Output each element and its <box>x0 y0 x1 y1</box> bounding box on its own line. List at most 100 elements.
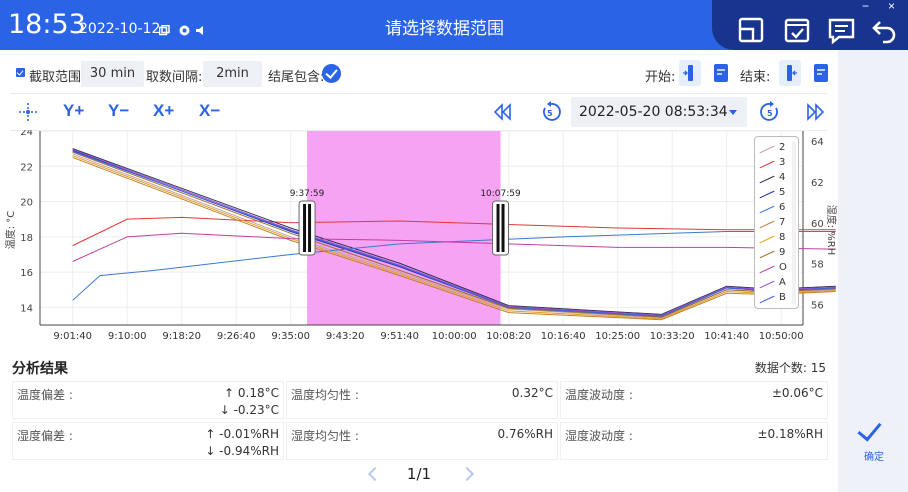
back-icon[interactable] <box>868 14 900 46</box>
x-tick-label: 10:00:00 <box>432 331 477 342</box>
y-tick-label-left: 24 <box>20 130 33 138</box>
x-tick-label: 9:51:40 <box>380 331 419 342</box>
close-icon[interactable]: × <box>888 0 895 13</box>
x-tick-label: 9:35:00 <box>271 331 310 342</box>
legend-label: 2 <box>779 142 786 153</box>
temp-uniformity-cell: 温度均匀性 : 0.32°C <box>286 381 558 419</box>
report-button[interactable] <box>826 14 858 46</box>
temp-deviation-cell: 温度偏差 : ↑ 0.18°C ↓ -0.23°C <box>12 381 284 419</box>
y-tick-label-right: 64 <box>811 137 824 148</box>
center-axis-button[interactable] <box>17 101 39 128</box>
legend-label: 3 <box>779 157 786 168</box>
minimize-icon[interactable]: − <box>862 0 869 13</box>
humidity-deviation-cell: 湿度偏差 : ↑ -0.01%RH ↓ -0.94%RH <box>12 422 284 460</box>
cell-key: 湿度均匀性 : <box>291 429 359 443</box>
legend-swatch <box>759 280 775 289</box>
chevron-down-icon <box>729 110 737 115</box>
divider <box>10 93 828 94</box>
results-title: 分析结果 <box>12 360 68 376</box>
cell-key: 温度波动度 : <box>565 388 633 402</box>
confirm-button[interactable]: 确定 <box>856 416 892 466</box>
save-layout-button[interactable] <box>736 14 768 46</box>
x-minus-button[interactable]: X− <box>199 101 220 121</box>
humidity-fluctuation-cell: 湿度波动度 : ±0.18%RH <box>560 422 828 460</box>
cursor-handle-start <box>298 200 316 256</box>
back-step-icon[interactable]: 5 <box>539 100 563 129</box>
legend-swatch <box>759 145 775 154</box>
interval-input[interactable]: 2min <box>203 61 262 87</box>
legend-swatch <box>759 250 775 259</box>
legend-label: 8 <box>779 232 786 243</box>
cell-value: ±0.18%RH <box>757 427 823 441</box>
legend-swatch <box>759 295 775 304</box>
range-label: 截取范围: <box>29 70 86 85</box>
page-indicator: 1/1 <box>406 465 432 483</box>
cell-value: ↑ 0.18°C <box>224 386 279 400</box>
y-tick-label-left: 22 <box>20 162 33 173</box>
x-tick-label: 10:25:00 <box>595 331 640 342</box>
checklist-button[interactable] <box>782 14 814 46</box>
x-tick-label: 10:50:00 <box>759 331 804 342</box>
top-bar: 18:53 2022-10-12 请选择数据范围 − × <box>0 0 908 50</box>
pagination: 1/1 <box>0 465 838 483</box>
y-axis-label-left: 温度: °C <box>4 211 17 250</box>
fast-forward-icon[interactable] <box>805 103 825 126</box>
x-tick-label: 9:26:40 <box>217 331 256 342</box>
range-checkbox[interactable] <box>16 68 25 77</box>
legend-label: 5 <box>779 187 786 198</box>
cursor-time-label-start: 9:37:59 <box>290 189 325 199</box>
forward-step-icon[interactable]: 5 <box>758 100 782 129</box>
include-end-toggle[interactable] <box>322 64 341 83</box>
svg-text:5: 5 <box>767 109 773 118</box>
legend-scrollbar[interactable] <box>792 141 796 304</box>
cell-value-2: ↓ -0.23°C <box>219 403 279 417</box>
app-frame: 18:53 2022-10-12 请选择数据范围 − × 截取范围: 30 mi… <box>0 0 908 492</box>
temperature-humidity-chart[interactable]: 14161820222456586062649:01:40 9:10:00 9:18… <box>0 130 838 346</box>
chart-legend[interactable]: 2 3 4 5 6 7 8 9 OAB <box>754 136 799 309</box>
legend-label: 9 <box>779 247 786 258</box>
page-title: 请选择数据范围 <box>385 19 504 39</box>
cell-value: 0.32°C <box>511 386 553 400</box>
legend-swatch <box>759 265 775 274</box>
cursor-handle-bar <box>308 204 312 252</box>
x-tick-label: 10:41:40 <box>704 331 749 342</box>
temp-fluctuation-cell: 温度波动度 : ±0.06°C <box>560 381 828 419</box>
speaker-mute-icon <box>196 23 207 35</box>
x-tick-label: 10:33:20 <box>650 331 695 342</box>
include-end-label: 结尾包含: <box>268 70 325 85</box>
start-cursor-button[interactable] <box>679 60 701 86</box>
selection-band <box>307 131 501 325</box>
y-tick-label-left: 18 <box>20 233 33 244</box>
y-tick-label-left: 16 <box>20 268 33 279</box>
cursor-time-label-end: 10:07:59 <box>480 189 521 199</box>
datetime-value: 2022-05-20 08:53:34 <box>579 104 728 120</box>
x-tick-label: 9:10:00 <box>108 331 147 342</box>
y-tick-label-right: 60 <box>811 219 824 230</box>
datetime-select[interactable]: 2022-05-20 08:53:34 <box>571 97 747 127</box>
start-doc-icon[interactable] <box>710 60 732 86</box>
x-tick-label: 9:43:20 <box>326 331 365 342</box>
y-tick-label-right: 58 <box>811 260 824 271</box>
cell-key: 湿度偏差 : <box>17 429 73 443</box>
x-plus-button[interactable]: X+ <box>153 101 174 121</box>
end-doc-icon[interactable] <box>810 60 832 86</box>
start-label: 开始: <box>645 70 676 85</box>
legend-swatch <box>759 235 775 244</box>
legend-swatch <box>759 205 775 214</box>
legend-swatch <box>759 175 775 184</box>
end-cursor-button[interactable] <box>779 60 801 86</box>
legend-swatch <box>759 190 775 199</box>
humidity-uniformity-cell: 湿度均匀性 : 0.76%RH <box>286 422 558 460</box>
cursor-handle-end <box>492 200 510 256</box>
check-icon <box>857 416 882 442</box>
header-action-area: − × <box>712 0 908 50</box>
cell-value: ±0.06°C <box>771 386 823 400</box>
y-plus-button[interactable]: Y+ <box>63 101 84 121</box>
legend-label: 7 <box>779 217 786 228</box>
rewind-icon[interactable] <box>493 103 513 126</box>
range-input[interactable]: 30 min <box>81 61 144 87</box>
status-time: 18:53 <box>8 9 86 40</box>
legend-label: O <box>779 262 787 273</box>
cell-value: 0.76%RH <box>497 427 553 441</box>
y-minus-button[interactable]: Y− <box>108 101 129 121</box>
